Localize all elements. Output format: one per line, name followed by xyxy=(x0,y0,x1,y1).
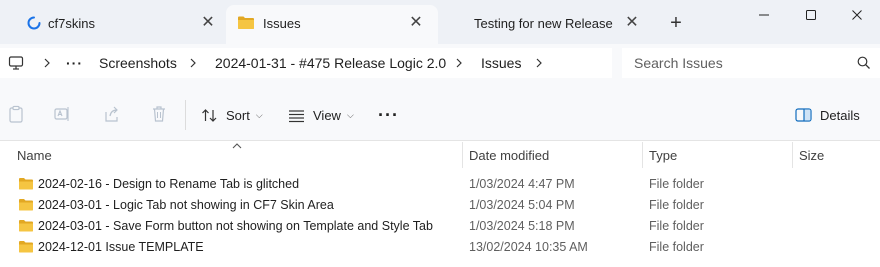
file-date-modified: 1/03/2024 5:18 PM xyxy=(469,218,575,233)
breadcrumb-issues[interactable]: Issues xyxy=(481,48,521,78)
file-name: 2024-02-16 - Design to Rename Tab is gli… xyxy=(38,176,300,191)
file-type: File folder xyxy=(649,176,704,191)
file-list: Name Date modified Type Size 2024-02-16 … xyxy=(0,142,880,267)
tab-issues[interactable]: Issues ✕ xyxy=(226,5,438,44)
computer-icon[interactable] xyxy=(8,55,24,71)
search-icon[interactable] xyxy=(857,56,871,70)
folder-icon xyxy=(19,241,33,253)
title-bar: cf7skins ✕ Issues ✕ Testing for new Rele… xyxy=(0,0,880,44)
file-row[interactable]: 2024-02-16 - Design to Rename Tab is gli… xyxy=(0,173,880,194)
file-date-modified: 13/02/2024 10:35 AM xyxy=(469,239,588,254)
column-header-size[interactable]: Size xyxy=(799,142,824,168)
column-divider[interactable] xyxy=(462,142,463,168)
address-row: ··· Screenshots 2024-01-31 - #475 Releas… xyxy=(0,44,880,88)
delete-icon[interactable] xyxy=(149,104,169,124)
file-date-modified: 1/03/2024 5:04 PM xyxy=(469,197,575,212)
close-icon[interactable]: ✕ xyxy=(198,5,218,39)
close-icon[interactable]: ✕ xyxy=(622,5,642,39)
loading-icon xyxy=(27,16,41,30)
details-label: Details xyxy=(820,107,860,123)
folder-icon xyxy=(19,199,33,211)
breadcrumb-release-logic[interactable]: 2024-01-31 - #475 Release Logic 2.0 xyxy=(215,48,446,78)
more-icon: ··· xyxy=(378,104,399,125)
breadcrumb-overflow-button[interactable]: ··· xyxy=(66,48,83,78)
file-name: 2024-03-01 - Logic Tab not showing in CF… xyxy=(38,197,334,212)
sort-ascending-icon xyxy=(230,139,244,149)
minimize-button[interactable] xyxy=(741,0,787,30)
file-name-cell: 2024-12-01 Issue TEMPLATE xyxy=(18,236,204,257)
column-header-date-modified[interactable]: Date modified xyxy=(469,142,549,168)
more-options-button[interactable]: ··· xyxy=(378,100,399,130)
folder-icon xyxy=(237,15,255,30)
file-type: File folder xyxy=(649,239,704,254)
column-divider[interactable] xyxy=(642,142,643,168)
file-type: File folder xyxy=(649,218,704,233)
file-name-cell: 2024-03-01 - Logic Tab not showing in CF… xyxy=(18,194,334,215)
sort-label: Sort xyxy=(226,107,250,123)
new-tab-button[interactable]: + xyxy=(664,11,688,35)
paste-icon[interactable] xyxy=(6,104,26,124)
minimize-icon xyxy=(759,14,769,16)
breadcrumb-screenshots[interactable]: Screenshots xyxy=(99,48,177,78)
details-pane-icon xyxy=(795,108,812,122)
search-input[interactable] xyxy=(634,55,854,71)
column-header-type[interactable]: Type xyxy=(649,142,677,168)
close-icon[interactable]: ✕ xyxy=(406,5,426,39)
sort-button[interactable]: Sort ⌵ xyxy=(201,100,263,130)
tab-label: cf7skins xyxy=(48,16,95,31)
command-separator xyxy=(185,100,186,130)
file-name-cell: 2024-02-16 - Design to Rename Tab is gli… xyxy=(18,173,299,194)
file-row[interactable]: 2024-12-01 Issue TEMPLATE 13/02/2024 10:… xyxy=(0,236,880,257)
column-header-name[interactable]: Name xyxy=(17,142,52,168)
file-date-modified: 1/03/2024 4:47 PM xyxy=(469,176,575,191)
tab-label: Testing for new Release xyxy=(474,16,613,31)
chevron-right-icon[interactable] xyxy=(452,48,466,78)
view-button[interactable]: View ⌵ xyxy=(288,100,354,130)
maximize-button[interactable] xyxy=(788,0,834,30)
rename-icon[interactable] xyxy=(52,104,72,124)
tab-testing-for-new-release[interactable]: Testing for new Release ✕ xyxy=(440,5,652,44)
file-name: 2024-03-01 - Save Form button not showin… xyxy=(38,218,433,233)
address-bar[interactable]: ··· Screenshots 2024-01-31 - #475 Releas… xyxy=(0,48,612,78)
folder-icon xyxy=(19,220,33,232)
file-name: 2024-12-01 Issue TEMPLATE xyxy=(38,239,204,254)
chevron-down-icon: ⌵ xyxy=(255,109,263,120)
share-icon[interactable] xyxy=(102,104,122,124)
column-divider[interactable] xyxy=(792,142,793,168)
sort-icon xyxy=(202,108,217,122)
chevron-right-icon[interactable] xyxy=(186,48,200,78)
chevron-right-icon[interactable] xyxy=(532,48,546,78)
file-type: File folder xyxy=(649,197,704,212)
view-label: View xyxy=(313,107,341,123)
tab-label: Issues xyxy=(263,16,301,31)
file-name-cell: 2024-03-01 - Save Form button not showin… xyxy=(18,215,433,236)
file-row[interactable]: 2024-03-01 - Logic Tab not showing in CF… xyxy=(0,194,880,215)
close-window-button[interactable] xyxy=(834,0,880,30)
close-icon xyxy=(852,10,862,20)
details-pane-button[interactable]: Details xyxy=(795,100,860,130)
file-row[interactable]: 2024-03-01 - Save Form button not showin… xyxy=(0,215,880,236)
view-list-icon xyxy=(289,109,304,122)
tab-cf7skins[interactable]: cf7skins ✕ xyxy=(14,5,224,44)
search-box xyxy=(622,48,880,78)
chevron-down-icon: ⌵ xyxy=(346,109,354,120)
command-bar: Sort ⌵ View ⌵ ··· Details xyxy=(0,88,880,141)
chevron-right-icon[interactable] xyxy=(40,48,54,78)
maximize-icon xyxy=(806,10,816,20)
folder-icon xyxy=(19,178,33,190)
